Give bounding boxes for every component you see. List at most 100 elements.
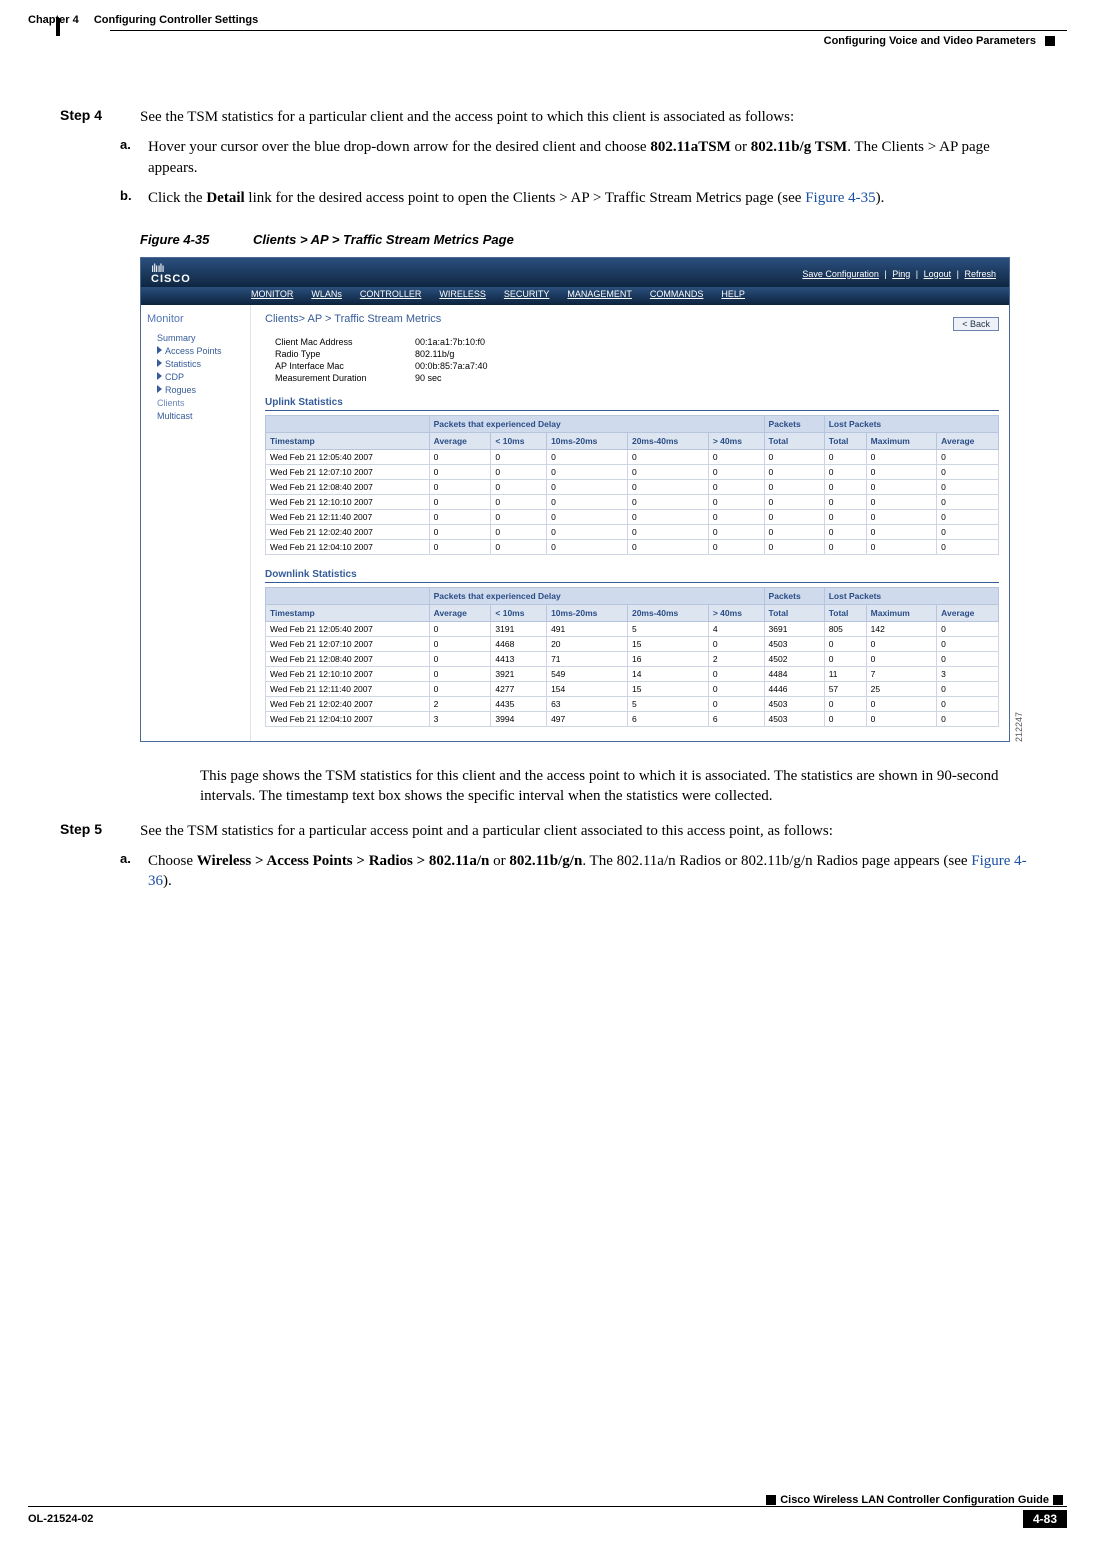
cell: Wed Feb 21 12:08:40 2007 [266, 652, 430, 667]
footer-marker-icon [1053, 1495, 1063, 1505]
nav-help[interactable]: HELP [721, 289, 745, 299]
cell: 0 [824, 697, 866, 712]
cell: 0 [627, 450, 708, 465]
column-header: < 10ms [491, 433, 547, 450]
cell: 0 [708, 540, 764, 555]
th: Lost Packets [824, 588, 998, 605]
cell: 0 [627, 465, 708, 480]
ping-link[interactable]: Ping [892, 269, 910, 279]
figure-number: Figure 4-35 [140, 232, 209, 247]
kv-key: Radio Type [275, 349, 415, 359]
cell: 4277 [491, 682, 547, 697]
table-row: Wed Feb 21 12:05:40 20070319149154369180… [266, 622, 999, 637]
cell: 0 [627, 495, 708, 510]
side-cdp[interactable]: CDP [157, 372, 244, 382]
cell: 0 [866, 697, 937, 712]
figure-id: 212247 [1014, 710, 1024, 742]
cell: 0 [937, 525, 999, 540]
subheader-marker-icon [1045, 36, 1055, 46]
downlink-table: Packets that experienced Delay Packets L… [265, 587, 999, 727]
cell: 0 [547, 525, 628, 540]
side-multicast[interactable]: Multicast [157, 411, 244, 421]
footer-rule [28, 1506, 1067, 1508]
cell: 0 [764, 450, 824, 465]
cell: 0 [824, 525, 866, 540]
cell: 0 [708, 450, 764, 465]
cell: 0 [937, 450, 999, 465]
cell: 0 [627, 540, 708, 555]
cell: 0 [764, 540, 824, 555]
cell: 0 [627, 525, 708, 540]
nav-security[interactable]: SECURITY [504, 289, 550, 299]
sub-letter-a: a. [120, 851, 148, 892]
side-access-points[interactable]: Access Points [157, 346, 244, 356]
cell: 0 [627, 510, 708, 525]
cell: 4446 [764, 682, 824, 697]
side-rogues[interactable]: Rogues [157, 385, 244, 395]
cell: 0 [491, 450, 547, 465]
t: CDP [165, 372, 184, 382]
cell: 0 [547, 510, 628, 525]
t: Clients [157, 398, 185, 408]
step-4b-text: Click the Detail link for the desired ac… [148, 188, 1035, 208]
table-row: Wed Feb 21 12:07:10 20070446820150450300… [266, 637, 999, 652]
figure-wrap: ılıılı CISCO Save Configuration | Ping |… [140, 257, 1035, 742]
cell: 154 [547, 682, 628, 697]
fig-nav: MONITOR WLANs CONTROLLER WIRELESS SECURI… [141, 287, 1009, 305]
kv-val: 00:1a:a1:7b:10:f0 [415, 337, 485, 347]
cell: 0 [491, 465, 547, 480]
cell: 0 [429, 495, 491, 510]
cell: 0 [937, 652, 999, 667]
t: Click the [148, 190, 206, 206]
figure-link-4-35[interactable]: Figure 4-35 [805, 190, 875, 206]
cell: 0 [866, 480, 937, 495]
side-statistics[interactable]: Statistics [157, 359, 244, 369]
cell: Wed Feb 21 12:07:10 2007 [266, 465, 430, 480]
sub-letter-a: a. [120, 137, 148, 178]
cell: 57 [824, 682, 866, 697]
cell: 0 [937, 465, 999, 480]
cell: 0 [824, 480, 866, 495]
t: Rogues [165, 385, 196, 395]
cell: 0 [547, 495, 628, 510]
cell: 0 [547, 465, 628, 480]
cell: 5 [627, 697, 708, 712]
table-row: Wed Feb 21 12:05:40 2007000000000 [266, 450, 999, 465]
kv-val: 90 sec [415, 373, 442, 383]
cell: 4413 [491, 652, 547, 667]
cell: 4 [708, 622, 764, 637]
cell: 0 [708, 510, 764, 525]
cell: 0 [491, 540, 547, 555]
cell: 0 [937, 697, 999, 712]
nav-monitor[interactable]: MONITOR [251, 289, 293, 299]
back-button[interactable]: < Back [953, 317, 999, 331]
t: ). [876, 190, 885, 206]
column-header: Average [429, 605, 491, 622]
cell: 549 [547, 667, 628, 682]
refresh-link[interactable]: Refresh [964, 269, 996, 279]
side-clients[interactable]: Clients [157, 398, 244, 408]
cell: 0 [429, 667, 491, 682]
nav-commands[interactable]: COMMANDS [650, 289, 704, 299]
cell: Wed Feb 21 12:11:40 2007 [266, 510, 430, 525]
table-row: Wed Feb 21 12:08:40 20070441371162450200… [266, 652, 999, 667]
cell: 0 [866, 465, 937, 480]
save-configuration-link[interactable]: Save Configuration [802, 269, 879, 279]
cell: 0 [708, 697, 764, 712]
cell: 0 [764, 525, 824, 540]
column-header: > 40ms [708, 605, 764, 622]
cell: 3691 [764, 622, 824, 637]
fig-top-links: Save Configuration | Ping | Logout | Ref… [799, 269, 999, 279]
cell: 0 [627, 480, 708, 495]
nav-management[interactable]: MANAGEMENT [567, 289, 632, 299]
nav-wlans[interactable]: WLANs [311, 289, 342, 299]
logout-link[interactable]: Logout [924, 269, 952, 279]
kv-row: Client Mac Address00:1a:a1:7b:10:f0 [275, 337, 999, 347]
cell: 0 [824, 540, 866, 555]
t: Statistics [165, 359, 201, 369]
nav-wireless[interactable]: WIRELESS [439, 289, 486, 299]
side-summary[interactable]: Summary [157, 333, 244, 343]
t: or [489, 853, 509, 869]
nav-controller[interactable]: CONTROLLER [360, 289, 422, 299]
cell: 0 [866, 495, 937, 510]
